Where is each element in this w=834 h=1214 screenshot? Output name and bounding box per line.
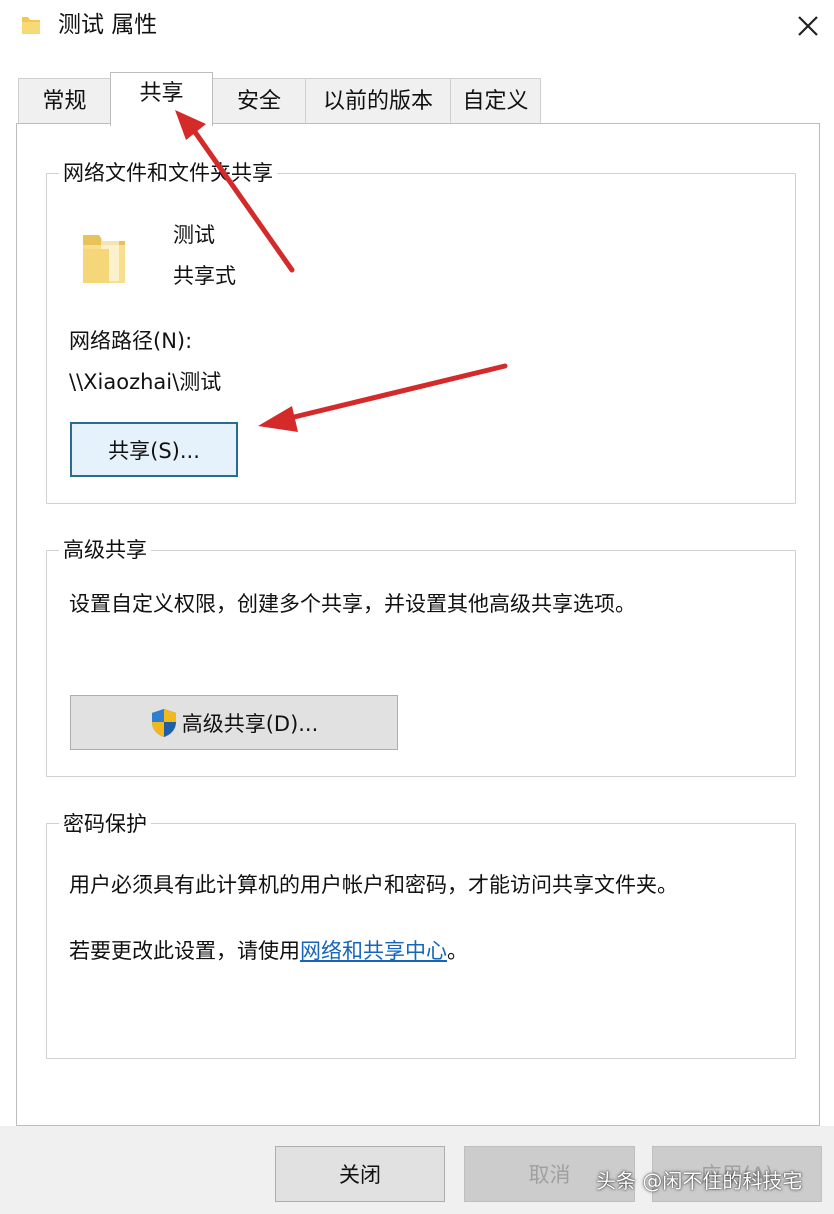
close-button[interactable]: 关闭	[275, 1146, 445, 1202]
password-protection-title: 密码保护	[59, 810, 151, 838]
tab-sharing[interactable]: 共享	[110, 72, 213, 126]
network-sharing-title: 网络文件和文件夹共享	[59, 159, 277, 187]
share-button[interactable]: 共享(S)...	[70, 422, 238, 477]
password-change-suffix: 。	[447, 939, 468, 963]
network-path-label: 网络路径(N):	[69, 329, 193, 353]
watermark: 头条 @闲不住的科技宅	[596, 1169, 803, 1193]
advanced-sharing-button[interactable]: 高级共享(D)...	[70, 695, 398, 750]
password-protection-description: 用户必须具有此计算机的用户帐户和密码，才能访问共享文件夹。	[69, 873, 678, 897]
tab-general[interactable]: 常规	[18, 78, 111, 125]
title-bar: 测试 属性	[0, 0, 834, 52]
advanced-sharing-description: 设置自定义权限，创建多个共享，并设置其他高级共享选项。	[69, 592, 636, 616]
network-path-value: \\Xiaozhai\测试	[69, 370, 222, 394]
advanced-sharing-title: 高级共享	[59, 536, 151, 564]
window-title: 测试 属性	[58, 12, 158, 38]
advanced-sharing-button-label: 高级共享(D)...	[181, 711, 319, 736]
network-sharing-center-link[interactable]: 网络和共享中心	[300, 939, 447, 963]
sharing-tab-page: 网络文件和文件夹共享 测试 共享式 网络路径(N): \\Xiaozhai\测试…	[16, 123, 820, 1126]
tab-customize[interactable]: 自定义	[450, 78, 541, 125]
uac-shield-icon	[151, 708, 176, 737]
tab-strip: 常规 共享 安全 以前的版本 自定义	[0, 52, 834, 126]
folder-name: 测试	[173, 223, 215, 247]
folder-icon	[83, 235, 125, 283]
close-icon[interactable]	[788, 6, 828, 46]
tab-previous-versions[interactable]: 以前的版本	[305, 78, 451, 125]
password-change-line: 若要更改此设置，请使用网络和共享中心。	[69, 936, 468, 966]
folder-icon	[22, 17, 40, 34]
tab-security[interactable]: 安全	[212, 78, 306, 125]
password-change-prefix: 若要更改此设置，请使用	[69, 939, 300, 963]
share-status: 共享式	[173, 264, 236, 288]
